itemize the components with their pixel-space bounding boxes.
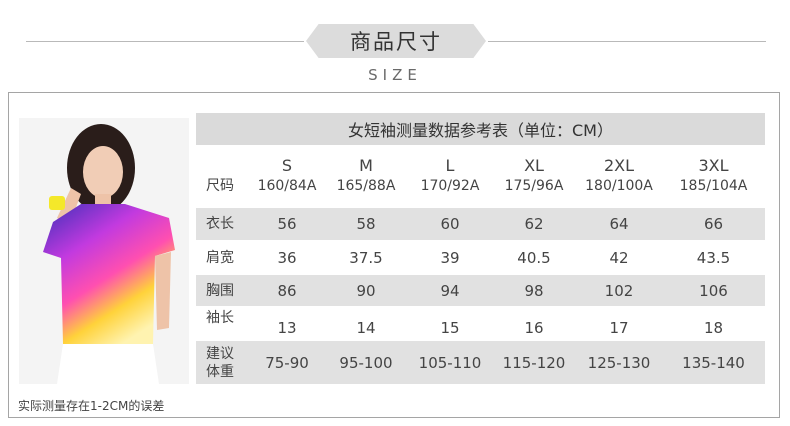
size-height: 185/104A — [679, 178, 748, 194]
model-photo — [19, 118, 189, 384]
row-label-line: 建议 — [206, 345, 234, 362]
size-height: 165/88A — [336, 178, 396, 194]
size-column: L 170/92A — [408, 155, 492, 197]
measurement-note: 实际测量存在1-2CM的误差 — [18, 399, 165, 413]
size-table-title: 女短袖测量数据参考表（单位：CM） — [196, 113, 765, 145]
size-name: XL — [524, 156, 544, 175]
table-cell: 98 — [524, 281, 544, 300]
table-cell: 40.5 — [517, 248, 551, 267]
table-cell: 16 — [524, 319, 544, 337]
size-name: 2XL — [603, 156, 635, 175]
table-cell: 135-140 — [682, 353, 745, 372]
size-height: 160/84A — [257, 178, 317, 194]
table-cell: 56 — [277, 215, 297, 233]
table-cell: 58 — [356, 215, 376, 233]
size-header-row: 尺码 S 160/84A M 165/88A L 170/92A XL 175/96A … — [196, 150, 765, 202]
table-cell: 14 — [356, 319, 376, 337]
size-column: 3XL 185/104A — [662, 155, 765, 197]
table-cell: 18 — [703, 319, 724, 337]
row-label: 衣长 — [206, 216, 234, 232]
table-cell: 95-100 — [339, 353, 393, 372]
row-label: 肩宽 — [206, 249, 234, 266]
table-cell: 125-130 — [587, 353, 651, 372]
model-illustration — [19, 118, 189, 384]
size-name: 3XL — [698, 156, 729, 175]
table-row: 衣长 56 58 60 62 64 66 — [196, 208, 765, 240]
size-name: S — [281, 156, 293, 175]
table-row: 袖长 13 14 15 16 17 18 — [196, 307, 765, 339]
size-name: L — [445, 156, 455, 175]
size-height: 180/100A — [585, 178, 653, 194]
size-height: 175/96A — [504, 178, 564, 194]
row-label: 胸围 — [206, 282, 234, 299]
table-cell: 106 — [699, 281, 728, 300]
row-label-line: 体重 — [206, 363, 234, 380]
size-height: 170/92A — [420, 178, 480, 194]
table-cell: 36 — [277, 248, 297, 267]
row-label: 袖长 — [206, 310, 234, 326]
table-cell: 17 — [609, 319, 629, 337]
page-title: 商品尺寸 — [306, 24, 486, 58]
table-cell: 94 — [440, 281, 460, 300]
header-divider-left — [26, 41, 304, 42]
page-subtitle: SIZE — [368, 66, 422, 84]
size-row-label: 尺码 — [206, 178, 234, 194]
size-column: 2XL 180/100A — [576, 155, 662, 197]
table-cell: 62 — [524, 215, 544, 233]
table-row: 建议 体重 75-90 95-100 105-110 115-120 125-1… — [196, 341, 765, 384]
table-cell: 15 — [440, 319, 460, 337]
table-cell: 39 — [440, 248, 460, 267]
table-cell: 42 — [609, 248, 629, 267]
table-row: 肩宽 36 37.5 39 40.5 42 43.5 — [196, 241, 765, 274]
wristband-icon — [49, 196, 65, 210]
table-cell: 86 — [277, 281, 297, 300]
table-cell: 60 — [440, 215, 460, 233]
row-label: 建议 体重 — [196, 345, 250, 381]
table-row: 胸围 86 90 94 98 102 106 — [196, 275, 765, 306]
table-cell: 90 — [356, 281, 376, 300]
table-cell: 66 — [703, 215, 724, 233]
header-divider-right — [488, 41, 766, 42]
table-cell: 43.5 — [696, 248, 731, 267]
table-cell: 102 — [604, 281, 634, 300]
table-cell: 64 — [609, 215, 629, 233]
table-cell: 75-90 — [265, 353, 309, 372]
size-column: S 160/84A — [250, 155, 324, 197]
table-cell: 115-120 — [502, 353, 566, 372]
size-column: M 165/88A — [324, 155, 408, 197]
size-name: M — [359, 156, 373, 175]
table-cell: 105-110 — [418, 353, 482, 372]
table-cell: 37.5 — [349, 248, 383, 267]
table-cell: 13 — [277, 319, 297, 337]
size-column: XL 175/96A — [492, 155, 576, 197]
